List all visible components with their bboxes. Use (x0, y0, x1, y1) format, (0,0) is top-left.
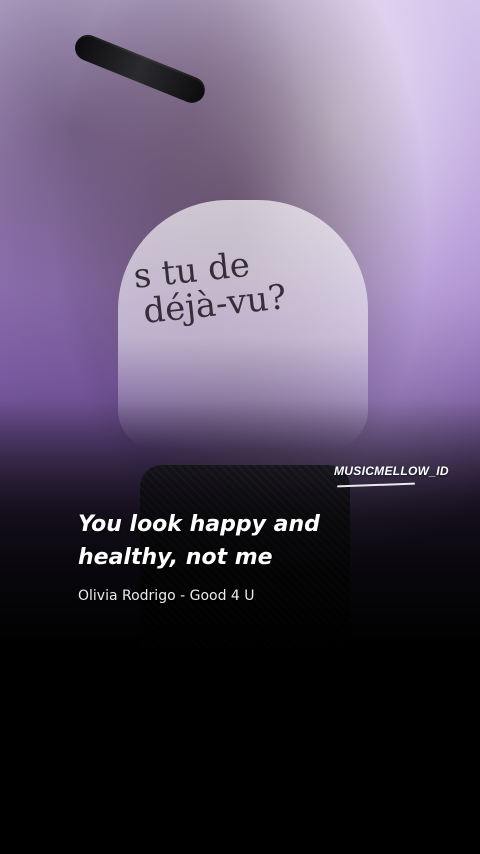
lyric-caption: You look happy and healthy, not me (78, 508, 398, 574)
song-credit: Olivia Rodrigo - Good 4 U (78, 588, 255, 604)
story-frame: s tu de déjà-vu? MUSICMELLOW_ID You look… (0, 0, 480, 854)
lyric-line-2: healthy, not me (78, 545, 273, 570)
lyric-line-1: You look happy and (78, 512, 320, 537)
